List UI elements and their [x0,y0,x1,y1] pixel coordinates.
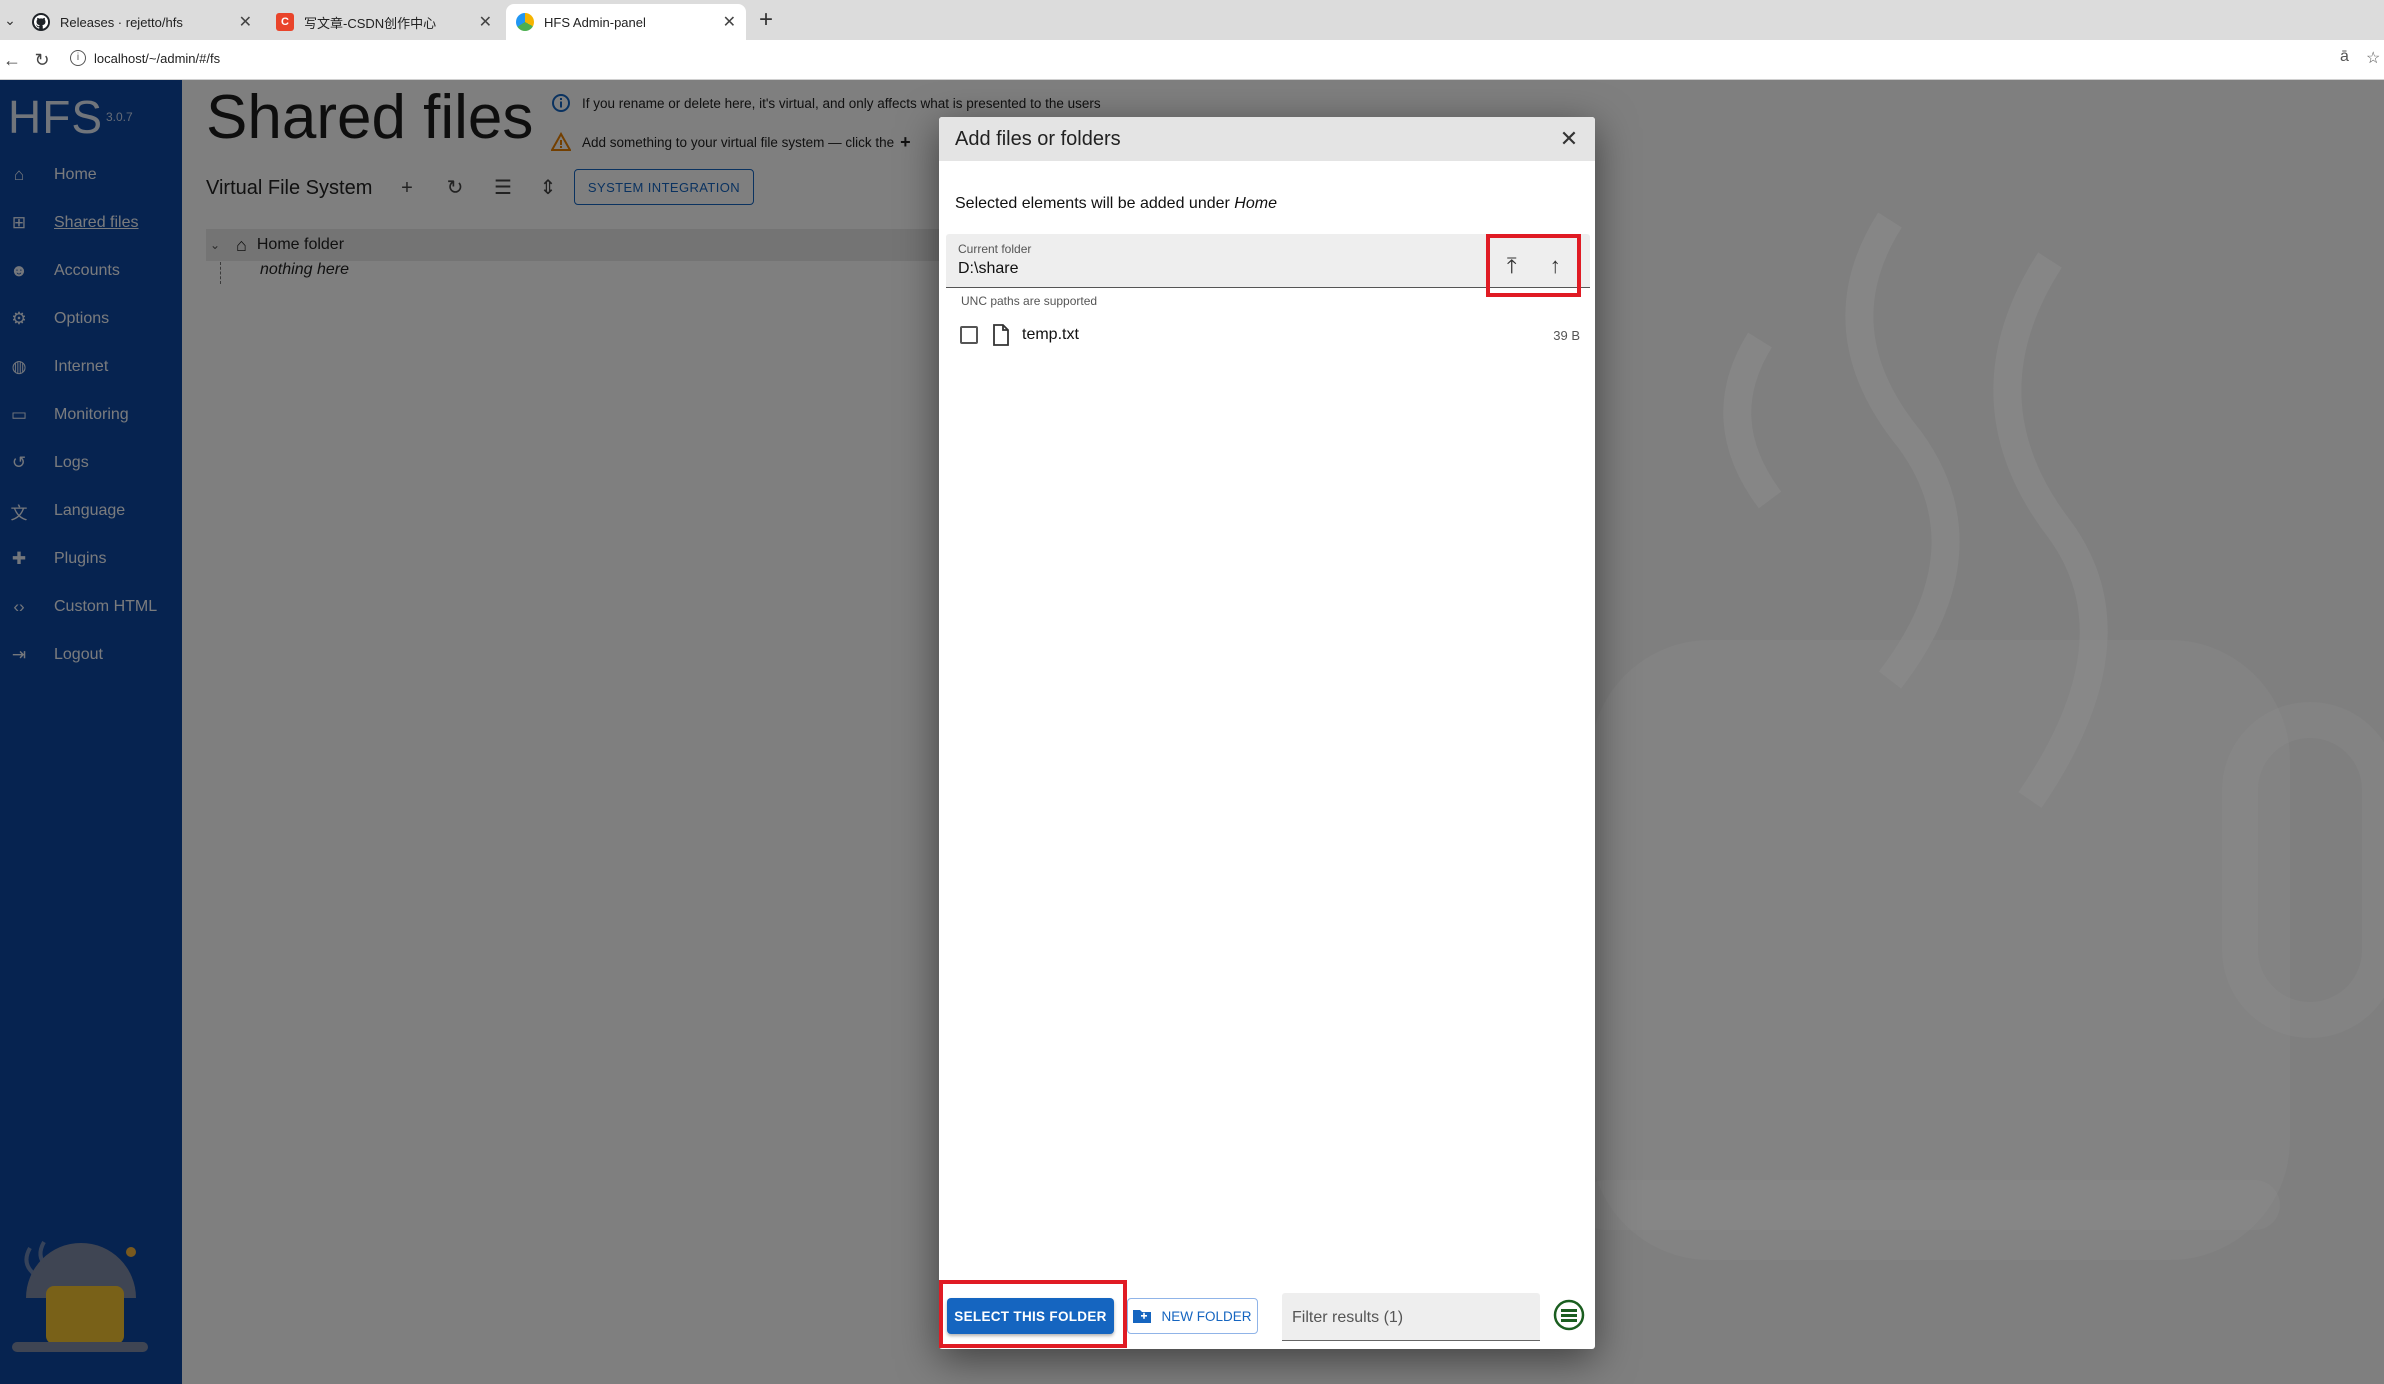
list-item[interactable]: temp.txt 39 B [956,318,1582,352]
browser-tab-hfs-admin[interactable]: HFS Admin-panel ✕ [506,4,746,40]
file-name: temp.txt [1022,326,1079,343]
dialog-subtitle-prefix: Selected elements will be added under [955,195,1230,212]
select-all-list-icon[interactable] [1553,1299,1585,1331]
current-folder-input[interactable]: D:\share [958,260,1018,278]
browser-tab-csdn[interactable]: C 写文章-CSDN创作中心 ✕ [266,4,502,40]
translate-page-icon[interactable]: ā [2340,48,2349,66]
filter-placeholder: Filter results (1) [1292,1309,1404,1326]
file-size: 39 B [1553,327,1580,343]
filter-results-input[interactable]: Filter results (1) [1282,1293,1540,1341]
tab-close-icon[interactable]: ✕ [479,12,492,32]
file-icon [993,324,1009,346]
folder-navigation-actions: ⤒ ↑ [1486,234,1581,297]
dialog-header: Add files or folders ✕ [939,117,1595,161]
tab-search-chevron-icon[interactable]: ⌄ [2,10,18,30]
go-to-root-icon[interactable]: ⤒ [1497,251,1527,281]
back-arrow-icon[interactable]: ← [0,48,24,72]
url-field[interactable]: localhost/~/admin/#/fs [94,51,220,66]
tab-title: Releases · rejetto/hfs [60,14,183,30]
dialog-subtitle-target: Home [1234,195,1277,212]
dialog-subtitle: Selected elements will be added under Ho… [955,195,1277,213]
hfs-icon [516,13,534,31]
new-tab-button[interactable]: + [752,6,780,34]
csdn-icon: C [276,13,294,31]
browser-tab-releases[interactable]: Releases · rejetto/hfs ✕ [22,4,262,40]
select-this-folder-button[interactable]: SELECT THIS FOLDER [947,1298,1114,1334]
new-folder-button[interactable]: NEW FOLDER [1127,1298,1258,1334]
address-bar [0,40,2384,80]
new-folder-label: NEW FOLDER [1161,1308,1252,1324]
dialog-title: Add files or folders [955,128,1121,150]
tab-title: 写文章-CSDN创作中心 [304,15,437,31]
current-folder-label: Current folder [958,242,1032,256]
browser-tab-bar: ⌄ Releases · rejetto/hfs ✕ C 写文章-CSDN创作中… [0,0,2384,40]
tab-title: HFS Admin-panel [544,14,646,30]
tab-close-icon[interactable]: ✕ [239,12,252,32]
unc-note: UNC paths are supported [961,294,1098,308]
github-icon [32,13,50,31]
close-icon[interactable]: ✕ [1555,125,1583,153]
add-files-dialog: Add files or folders ✕ Selected elements… [939,117,1595,1349]
file-checkbox[interactable] [960,326,978,344]
bookmark-star-icon[interactable]: ☆ [2366,48,2380,68]
reload-icon[interactable]: ↻ [30,48,54,72]
site-info-icon[interactable]: i [70,50,86,66]
parent-folder-icon[interactable]: ↑ [1540,251,1570,281]
tab-close-icon[interactable]: ✕ [723,12,736,32]
new-folder-icon [1133,1310,1152,1323]
